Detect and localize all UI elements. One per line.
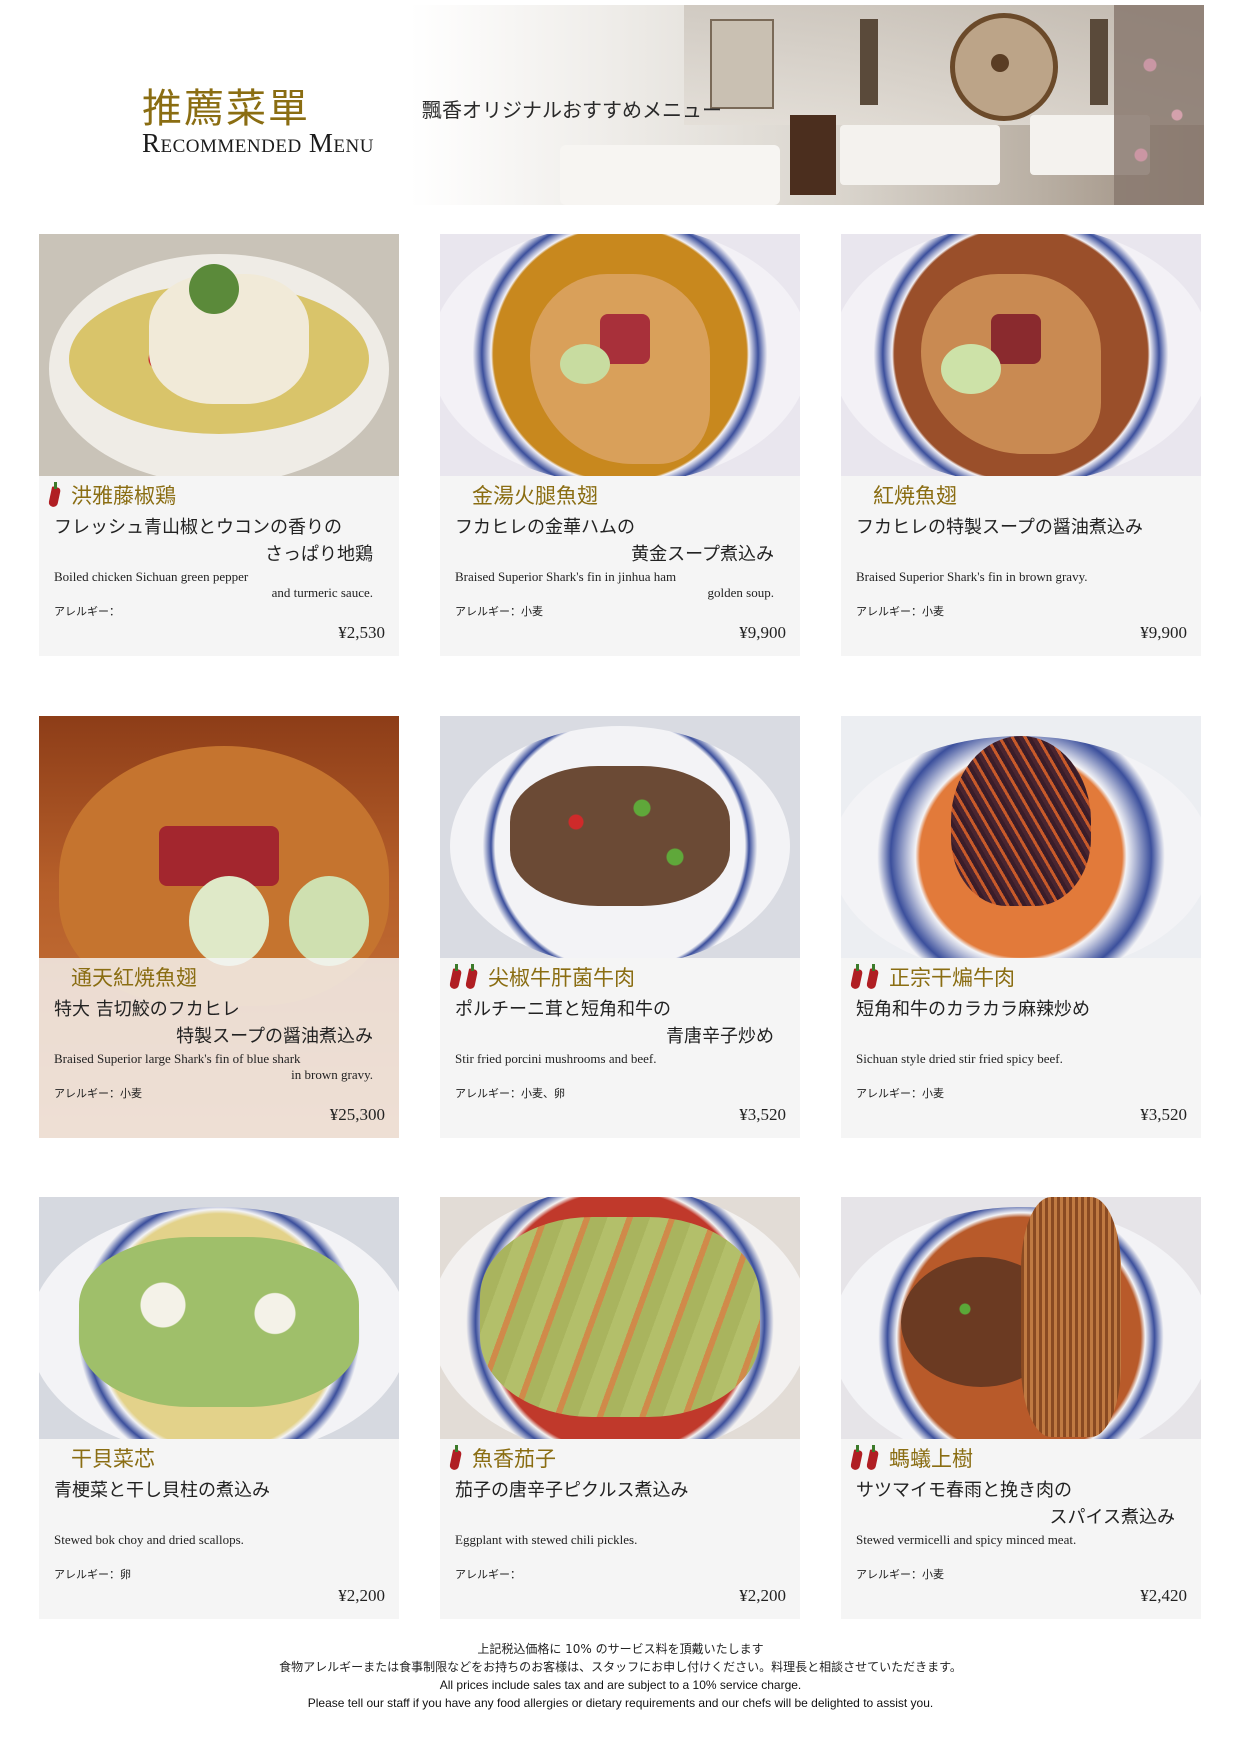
allergy-info: アレルギー：小麦 [856, 1568, 944, 1581]
banner-subtitle: 飄香オリジナルおすすめメニュー [422, 98, 722, 122]
chili-pepper-icon [47, 482, 61, 508]
dish-photo [39, 1197, 399, 1439]
menu-item-card: 洪雅藤椒鶏 フレッシュ青山椒とウコンの香りの さっぱり地鶏 Boiled chi… [39, 234, 399, 656]
menu-item-card: 通天紅焼魚翅 特大 吉切鮫のフカヒレ 特製スープの醤油煮込み Braised S… [39, 716, 399, 1138]
dish-price: ¥2,530 [338, 623, 385, 642]
page-title-en: Recommended Menu [142, 128, 374, 158]
dish-name: 洪雅藤椒鶏 [71, 484, 176, 508]
dish-price: ¥2,200 [338, 1586, 385, 1605]
dish-photo [39, 234, 399, 476]
dish-price: ¥3,520 [739, 1105, 786, 1124]
dish-name: 紅焼魚翅 [873, 484, 957, 508]
dish-description-en: Sichuan style dried stir fried spicy bee… [856, 1051, 1063, 1066]
allergy-info: アレルギー：小麦 [455, 605, 543, 618]
dish-name: 螞蟻上樹 [889, 1447, 973, 1471]
dish-photo [440, 1197, 800, 1439]
dish-description-jp: フカヒレの特製スープの醤油煮込み [856, 517, 1143, 538]
chili-pepper-icon [849, 1445, 863, 1471]
allergy-info: アレルギー：小麦 [856, 1087, 944, 1100]
dish-description-en: Stir fried porcini mushrooms and beef. [455, 1051, 657, 1066]
dish-photo [440, 234, 800, 476]
menu-item-card: 螞蟻上樹 サツマイモ春雨と挽き肉の スパイス煮込み Stewed vermice… [841, 1197, 1201, 1619]
dish-description-jp: フレッシュ青山椒とウコンの香りの [54, 517, 342, 538]
dish-photo [841, 1197, 1201, 1439]
dish-description-jp: ポルチーニ茸と短角和牛の [455, 999, 671, 1020]
dish-name: 正宗干煸牛肉 [889, 966, 1015, 990]
allergy-note-en: Please tell our staff if you have any fo… [307, 1696, 934, 1710]
dish-description-en: Eggplant with stewed chili pickles. [455, 1532, 638, 1547]
dish-description-en: Braised Superior Shark's fin in brown gr… [856, 569, 1088, 584]
dish-price: ¥9,900 [739, 623, 786, 642]
allergy-info: アレルギー：卵 [54, 1568, 131, 1581]
allergy-note-jp: 食物アレルギーまたは食事制限などをお持ちのお客様は、スタッフにお申し付けください… [279, 1660, 962, 1674]
moon-gate-icon [950, 13, 1058, 121]
dish-price: ¥3,520 [1140, 1105, 1187, 1124]
menu-item-card: 正宗干煸牛肉 短角和牛のカラカラ麻辣炒め Sichuan style dried… [841, 716, 1201, 1138]
dish-price: ¥2,200 [739, 1586, 786, 1605]
chili-pepper-icon [464, 964, 478, 990]
plum-blossom-icon [1114, 5, 1204, 205]
dish-description-en-cont: and turmeric sauce. [271, 585, 373, 600]
service-charge-note-jp: 上記税込価格に 10% のサービス料を頂戴いたします [477, 1642, 764, 1656]
dish-price: ¥25,300 [329, 1105, 385, 1124]
dish-photo [841, 234, 1201, 476]
dish-description-en: Stewed bok choy and dried scallops. [54, 1532, 244, 1547]
dish-description-jp: 特大 吉切鮫のフカヒレ [54, 999, 240, 1020]
allergy-info: アレルギー：小麦 [54, 1087, 142, 1100]
dish-description-jp: 青梗菜と干し貝柱の煮込み [54, 1480, 270, 1501]
dish-description-jp-cont: 青唐辛子炒め [666, 1026, 774, 1047]
chili-pepper-icon [865, 964, 879, 990]
menu-item-card: 尖椒牛肝菌牛肉 ポルチーニ茸と短角和牛の 青唐辛子炒め Stir fried p… [440, 716, 800, 1138]
menu-item-card: 魚香茄子 茄子の唐辛子ピクルス煮込み Eggplant with stewed … [440, 1197, 800, 1619]
dish-price: ¥2,420 [1140, 1586, 1187, 1605]
dish-description-en-cont: golden soup. [707, 585, 774, 600]
dish-photo [440, 716, 800, 958]
allergy-info: アレルギー： [455, 1568, 521, 1581]
dish-description-jp: サツマイモ春雨と挽き肉の [856, 1480, 1072, 1501]
menu-header: 推薦菜單 Recommended Menu 飄香オリジナルおすすめメニュー [0, 0, 1241, 210]
dish-name: 尖椒牛肝菌牛肉 [488, 966, 635, 990]
dish-description-en: Braised Superior Shark's fin in jinhua h… [455, 569, 677, 584]
allergy-info: アレルギー：小麦、卵 [455, 1087, 565, 1100]
dish-price: ¥9,900 [1140, 623, 1187, 642]
dish-description-jp-cont: スパイス煮込み [1049, 1507, 1175, 1528]
chili-pepper-icon [448, 964, 462, 990]
dish-description-en: Boiled chicken Sichuan green pepper [54, 569, 249, 584]
dish-description-jp-cont: さっぱり地鶏 [265, 544, 373, 565]
dish-description-jp: 茄子の唐辛子ピクルス煮込み [455, 1480, 689, 1501]
dish-description-jp: フカヒレの金華ハムの [455, 517, 635, 538]
menu-footer: 上記税込価格に 10% のサービス料を頂戴いたします 食物アレルギーまたは食事制… [0, 1640, 1241, 1712]
chili-pepper-icon [448, 1445, 462, 1471]
page-title-jp: 推薦菜單 [142, 86, 310, 132]
allergy-info: アレルギー： [54, 605, 120, 618]
dish-name: 金湯火腿魚翅 [472, 484, 598, 508]
service-charge-note-en: All prices include sales tax and are sub… [439, 1678, 802, 1692]
dish-name: 魚香茄子 [472, 1447, 556, 1471]
chili-pepper-icon [865, 1445, 879, 1471]
menu-item-card: 紅焼魚翅 フカヒレの特製スープの醤油煮込み Braised Superior S… [841, 234, 1201, 656]
dish-description-jp: 短角和牛のカラカラ麻辣炒め [856, 999, 1090, 1020]
dish-description-jp-cont: 黄金スープ煮込み [631, 544, 774, 565]
menu-item-card: 干貝菜芯 青梗菜と干し貝柱の煮込み Stewed bok choy and dr… [39, 1197, 399, 1619]
dish-description-en: Stewed vermicelli and spicy minced meat. [856, 1532, 1077, 1547]
chili-pepper-icon [849, 964, 863, 990]
dish-description-en: Braised Superior large Shark's fin of bl… [54, 1051, 301, 1066]
dish-description-en-cont: in brown gravy. [291, 1067, 373, 1082]
dish-description-jp-cont: 特製スープの醤油煮込み [176, 1026, 373, 1047]
allergy-info: アレルギー：小麦 [856, 605, 944, 618]
dish-name: 干貝菜芯 [71, 1447, 155, 1471]
dish-photo [841, 716, 1201, 958]
dish-name: 通天紅焼魚翅 [71, 966, 197, 990]
menu-item-card: 金湯火腿魚翅 フカヒレの金華ハムの 黄金スープ煮込み Braised Super… [440, 234, 800, 656]
